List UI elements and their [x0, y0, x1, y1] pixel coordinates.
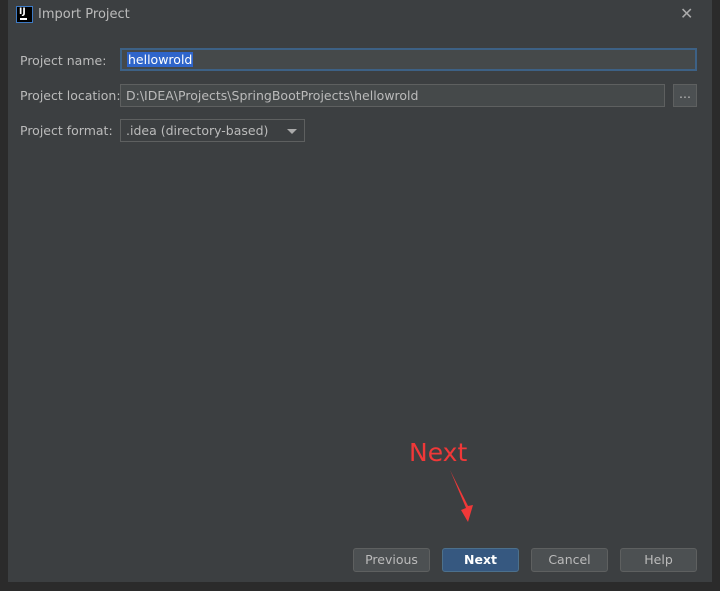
close-icon[interactable]: ✕: [680, 4, 693, 23]
help-button[interactable]: Help: [620, 548, 697, 572]
project-location-input[interactable]: D:\IDEA\Projects\SpringBootProjects\hell…: [120, 84, 665, 107]
project-format-select[interactable]: .idea (directory-based): [120, 119, 305, 142]
annotation-label: Next: [409, 438, 468, 467]
dialog-title: Import Project: [38, 7, 130, 22]
project-location-label: Project location:: [20, 88, 121, 103]
project-name-value: hellowrold: [127, 52, 194, 67]
project-format-label: Project format:: [20, 123, 113, 138]
previous-button[interactable]: Previous: [353, 548, 430, 572]
project-format-value: .idea (directory-based): [126, 123, 269, 138]
cancel-button[interactable]: Cancel: [531, 548, 608, 572]
intellij-logo-icon: IJ: [16, 6, 33, 23]
chevron-down-icon: [287, 129, 297, 134]
next-button[interactable]: Next: [442, 548, 519, 572]
project-name-input[interactable]: hellowrold: [120, 48, 697, 71]
title-bar: IJ Import Project ✕: [8, 0, 712, 30]
browse-button[interactable]: ...: [673, 84, 697, 107]
import-project-dialog: IJ Import Project ✕ Project name: hellow…: [8, 0, 712, 582]
project-name-label: Project name:: [20, 53, 107, 68]
annotation-arrow-icon: [450, 470, 473, 522]
